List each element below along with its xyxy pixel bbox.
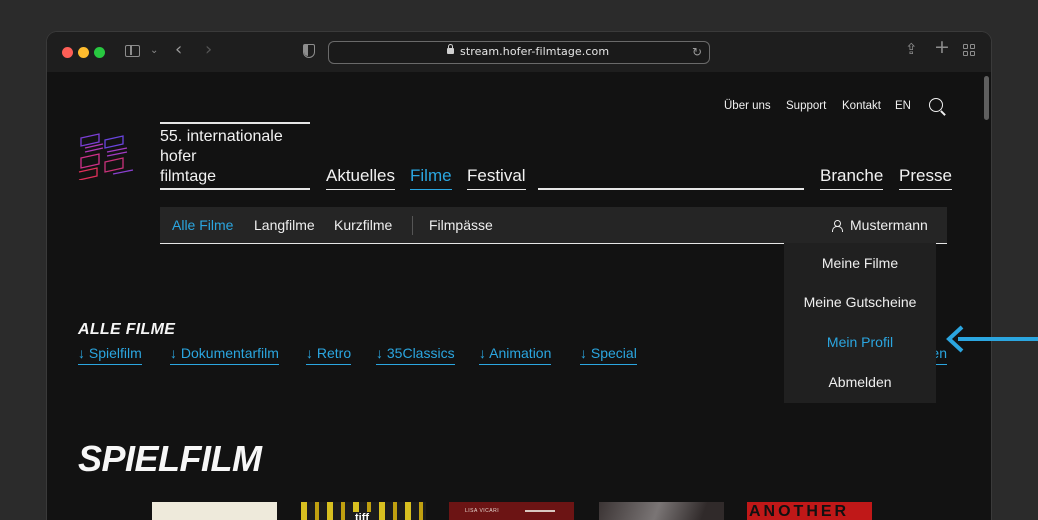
- main-nav-presse[interactable]: Presse: [899, 166, 952, 190]
- zoom-window-button[interactable]: [94, 47, 105, 58]
- poster-artwork: [599, 502, 724, 520]
- main-nav-aktuelles[interactable]: Aktuelles: [326, 166, 395, 190]
- section-title-spielfilm: SPIELFILM: [78, 438, 262, 479]
- back-icon[interactable]: ‹: [175, 41, 182, 59]
- brand-name[interactable]: 55. internationale hofer filmtage: [160, 127, 283, 187]
- user-icon[interactable]: [832, 220, 843, 232]
- page-content: Über uns Support Kontakt EN 55. internat…: [47, 72, 991, 520]
- anchor-dokumentarfilm[interactable]: ↓ Dokumentarfilm: [170, 345, 279, 365]
- film-poster[interactable]: tiff: [301, 502, 426, 520]
- section-title-alle-filme: ALLE FILME: [78, 321, 176, 338]
- reload-icon[interactable]: ↻: [692, 45, 702, 59]
- sub-nav-kurzfilme[interactable]: Kurzfilme: [334, 217, 392, 233]
- anchor-special[interactable]: ↓ Special: [580, 345, 637, 365]
- film-poster[interactable]: LISA VICARI: [449, 502, 574, 520]
- menu-item-mein-profil[interactable]: Mein Profil: [784, 334, 936, 350]
- nav-divider: [538, 188, 804, 190]
- sub-nav-divider: [412, 216, 413, 235]
- brand-line-1: 55. internationale: [160, 128, 283, 145]
- privacy-shield-icon[interactable]: [303, 44, 315, 58]
- lock-icon: [447, 44, 454, 54]
- browser-window: ⌄ ‹ › stream.hofer-filmtage.com ↻ ⇪ + Üb…: [47, 32, 991, 520]
- brand-line-3: filmtage: [160, 168, 217, 185]
- language-switch[interactable]: EN: [895, 100, 911, 112]
- brand-bottom-rule: [160, 188, 310, 190]
- poster-caption: LISA VICARI: [465, 508, 500, 514]
- url-text: stream.hofer-filmtage.com: [460, 45, 610, 58]
- nav-ueber-uns[interactable]: Über uns: [724, 100, 771, 112]
- scrollbar-thumb[interactable]: [984, 76, 989, 120]
- menu-item-meine-filme[interactable]: Meine Filme: [784, 255, 936, 271]
- address-bar[interactable]: stream.hofer-filmtage.com ↻: [328, 41, 710, 64]
- main-nav-filme[interactable]: Filme: [410, 166, 452, 190]
- user-dropdown-menu: Meine Filme Meine Gutscheine Mein Profil…: [784, 243, 936, 403]
- poster-caption: tiff: [353, 512, 372, 520]
- nav-support[interactable]: Support: [786, 100, 826, 112]
- poster-artwork: [525, 510, 555, 512]
- new-tab-icon[interactable]: +: [934, 38, 950, 57]
- sub-navigation: Alle Filme Langfilme Kurzfilme Filmpässe…: [160, 207, 947, 244]
- sidebar-toggle-icon[interactable]: [125, 45, 140, 57]
- poster-caption: ANOTHER: [749, 503, 850, 520]
- sub-nav-alle-filme[interactable]: Alle Filme: [172, 217, 233, 233]
- main-nav-festival[interactable]: Festival: [467, 166, 526, 190]
- share-icon[interactable]: ⇪: [905, 42, 918, 57]
- main-nav-branche[interactable]: Branche: [820, 166, 884, 190]
- film-poster[interactable]: [599, 502, 724, 520]
- menu-item-meine-gutscheine[interactable]: Meine Gutscheine: [784, 294, 936, 310]
- minimize-window-button[interactable]: [78, 47, 89, 58]
- sub-nav-langfilme[interactable]: Langfilme: [254, 217, 315, 233]
- anchor-35classics[interactable]: ↓ 35Classics: [376, 345, 455, 365]
- anchor-retro[interactable]: ↓ Retro: [306, 345, 352, 365]
- brand-top-rule: [160, 122, 310, 124]
- forward-icon[interactable]: ›: [205, 41, 212, 59]
- brand-line-2: hofer: [160, 148, 197, 165]
- sub-nav-filmpaesse[interactable]: Filmpässe: [429, 217, 493, 233]
- menu-item-abmelden[interactable]: Abmelden: [784, 374, 936, 390]
- nav-kontakt[interactable]: Kontakt: [842, 100, 881, 112]
- anchor-spielfilm[interactable]: ↓ Spielfilm: [78, 345, 142, 365]
- search-icon[interactable]: [929, 98, 943, 112]
- anchor-animation[interactable]: ↓ Animation: [479, 345, 552, 365]
- close-window-button[interactable]: [62, 47, 73, 58]
- user-menu-toggle[interactable]: Mustermann: [850, 217, 928, 233]
- chevron-down-icon[interactable]: ⌄: [150, 44, 158, 58]
- tab-overview-icon[interactable]: [963, 44, 976, 57]
- annotation-arrow-icon: [946, 325, 1038, 353]
- browser-toolbar: ⌄ ‹ › stream.hofer-filmtage.com ↻ ⇪ +: [47, 32, 991, 72]
- festival-logo[interactable]: [77, 132, 135, 180]
- film-poster[interactable]: ANOTHER: [747, 502, 872, 520]
- film-poster[interactable]: [152, 502, 277, 520]
